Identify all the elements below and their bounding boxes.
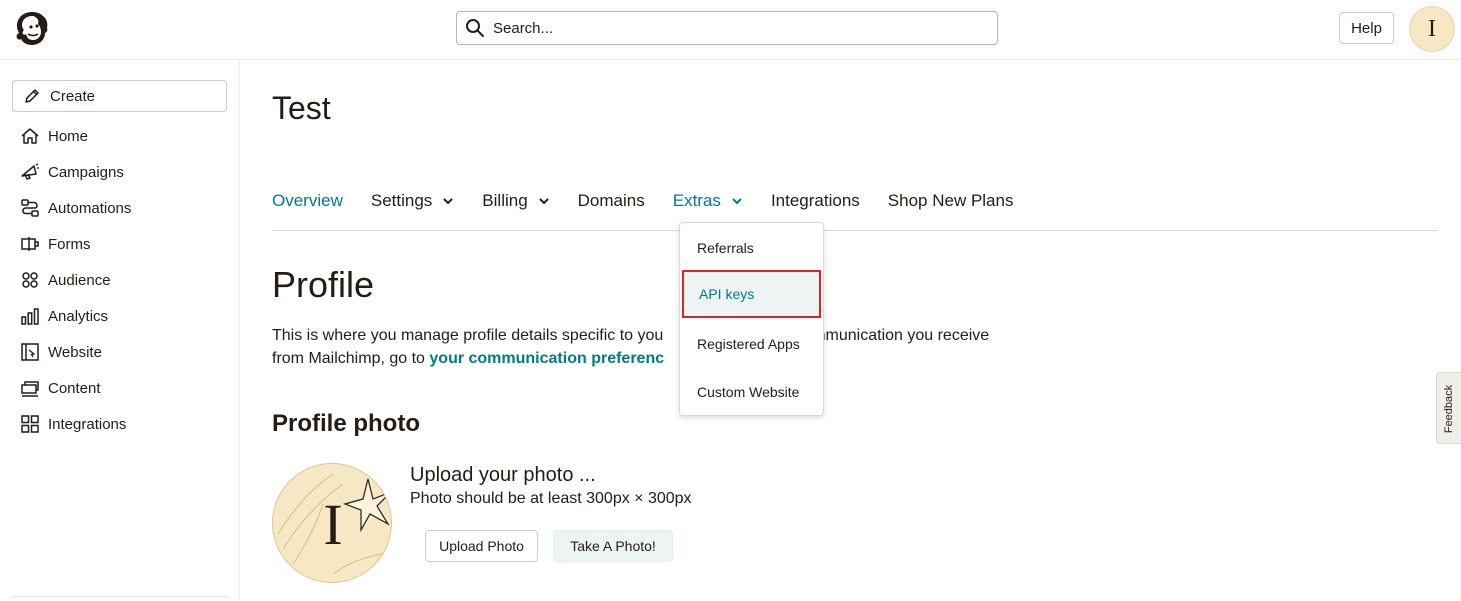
account-tabs: Overview Settings Billing Domains Extras…	[272, 188, 1041, 214]
sidebar: Create Home Campaigns Automations Forms …	[0, 60, 240, 601]
audience-icon	[22, 272, 38, 288]
sidebar-item-audience[interactable]: Audience	[0, 262, 240, 298]
avatar-initial: I	[323, 491, 343, 557]
user-avatar[interactable]: I	[1409, 6, 1455, 52]
menu-item-custom-website[interactable]: Custom Website	[680, 368, 823, 416]
profile-photo-heading: Profile photo	[272, 410, 420, 437]
tab-label: Integrations	[770, 191, 860, 210]
search-icon	[466, 19, 484, 37]
sidebar-item-label: Campaigns	[48, 163, 124, 181]
tab-integrations[interactable]: Integrations	[771, 191, 860, 211]
top-bar: Help I	[0, 0, 1461, 60]
tab-billing[interactable]: Billing	[482, 191, 549, 211]
analytics-icon	[21, 308, 39, 325]
profile-avatar: I	[272, 463, 392, 583]
menu-item-referrals[interactable]: Referrals	[680, 224, 823, 272]
extras-dropdown-menu: Referrals API keys Registered Apps Custo…	[679, 222, 824, 416]
tab-label: Billing	[482, 191, 528, 210]
profile-description: This is where you manage profile details…	[272, 324, 1032, 370]
sidebar-nav: Home Campaigns Automations Forms Audienc…	[0, 118, 240, 442]
take-photo-button[interactable]: Take A Photo!	[553, 530, 673, 562]
tab-domains[interactable]: Domains	[578, 191, 645, 211]
campaigns-icon	[21, 163, 39, 180]
tab-overview[interactable]: Overview	[272, 191, 343, 211]
tab-settings[interactable]: Settings	[371, 191, 454, 211]
communication-preferences-link[interactable]: your communication preferenc	[429, 350, 664, 367]
profile-desc-part-1: This is where you manage profile details…	[272, 327, 664, 344]
sidebar-item-campaigns[interactable]: Campaigns	[0, 154, 240, 190]
chevron-down-icon	[538, 198, 549, 205]
page-title: Test	[272, 90, 331, 126]
menu-item-api-keys[interactable]: API keys	[682, 270, 821, 318]
sidebar-item-label: Audience	[48, 271, 111, 289]
profile-heading: Profile	[272, 264, 375, 305]
sidebar-item-label: Analytics	[48, 307, 109, 325]
sidebar-item-content[interactable]: Content	[0, 370, 240, 406]
automations-icon	[21, 199, 39, 217]
tab-label: Shop New Plans	[887, 191, 1014, 210]
upload-photo-button[interactable]: Upload Photo	[425, 530, 538, 562]
sidebar-item-label: Automations	[48, 199, 132, 217]
tab-label: Extras	[672, 191, 721, 210]
profile-desc-part-3: from Mailchimp, go to	[272, 350, 430, 367]
feedback-tab[interactable]: Feedback	[1436, 372, 1461, 444]
pencil-icon	[25, 89, 39, 103]
tab-label: Overview	[272, 191, 343, 210]
profile-desc-part-2: communication you receive	[795, 327, 990, 344]
home-icon	[21, 128, 39, 144]
sidebar-item-label: Home	[48, 127, 89, 145]
integrations-icon	[21, 415, 39, 433]
create-button[interactable]: Create	[12, 80, 227, 112]
mailchimp-logo-icon[interactable]	[12, 8, 52, 48]
sidebar-item-label: Website	[48, 343, 102, 361]
sidebar-item-website[interactable]: Website	[0, 334, 240, 370]
tab-extras[interactable]: Extras	[673, 191, 743, 211]
sidebar-item-label: Content	[48, 379, 101, 397]
chevron-down-icon	[732, 198, 742, 205]
website-icon	[21, 343, 39, 361]
sidebar-item-home[interactable]: Home	[0, 118, 240, 154]
sidebar-footer-edge	[10, 596, 230, 601]
sidebar-item-integrations[interactable]: Integrations	[0, 406, 240, 442]
forms-icon	[21, 237, 39, 251]
content-icon	[21, 381, 39, 397]
sidebar-item-label: Forms	[48, 235, 91, 253]
sidebar-item-analytics[interactable]: Analytics	[0, 298, 240, 334]
tab-label: Domains	[577, 191, 645, 210]
tabs-divider	[272, 230, 1438, 231]
search-input[interactable]	[493, 19, 973, 37]
tab-shop-new-plans[interactable]: Shop New Plans	[888, 191, 1014, 211]
menu-item-registered-apps[interactable]: Registered Apps	[680, 320, 823, 368]
chevron-down-icon	[443, 198, 454, 205]
sidebar-item-forms[interactable]: Forms	[0, 226, 240, 262]
sidebar-item-automations[interactable]: Automations	[0, 190, 240, 226]
upload-heading: Upload your photo ...	[410, 464, 596, 486]
help-button[interactable]: Help	[1339, 12, 1394, 44]
upload-requirements: Photo should be at least 300px × 300px	[410, 490, 692, 507]
sidebar-item-label: Integrations	[48, 415, 127, 433]
create-label: Create	[50, 87, 96, 105]
feedback-label: Feedback	[1443, 384, 1455, 434]
search-bar[interactable]	[456, 11, 998, 45]
tab-label: Settings	[370, 191, 433, 210]
